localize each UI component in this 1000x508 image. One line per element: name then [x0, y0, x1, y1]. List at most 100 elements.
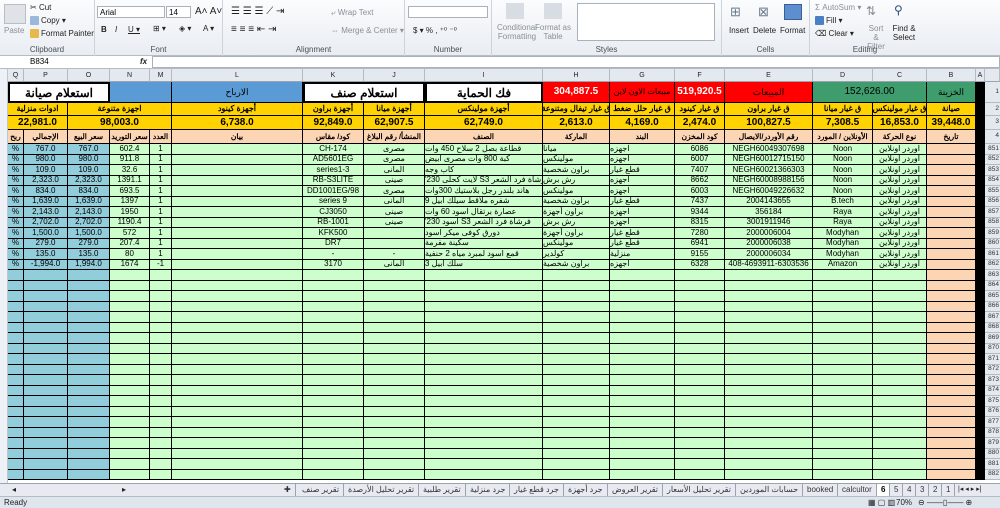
empty-cell[interactable]: [172, 448, 303, 459]
empty-cell[interactable]: [68, 448, 110, 459]
table-cell[interactable]: [927, 238, 976, 249]
table-cell[interactable]: 1,639.0: [68, 196, 110, 207]
empty-cell[interactable]: [150, 427, 172, 438]
font-name-select[interactable]: Arial: [97, 6, 165, 18]
empty-cell[interactable]: [172, 280, 303, 291]
table-cell[interactable]: اوردر اونلاين: [873, 186, 927, 197]
table-cell[interactable]: 1,500.0: [24, 228, 68, 239]
table-cell[interactable]: [172, 144, 303, 155]
empty-cell[interactable]: [927, 291, 976, 302]
empty-cell[interactable]: [24, 427, 68, 438]
item-query-button[interactable]: استعلام صنف: [303, 82, 425, 103]
empty-cell[interactable]: [110, 333, 150, 344]
table-cell[interactable]: 356184: [725, 207, 813, 218]
empty-cell[interactable]: [425, 469, 543, 480]
table-cell[interactable]: NEGH60049307698: [725, 144, 813, 155]
table-cell[interactable]: 980.0: [24, 154, 68, 165]
table-cell[interactable]: 767.0: [24, 144, 68, 155]
column-header-L[interactable]: L: [172, 69, 303, 82]
sheet-tab[interactable]: 2: [929, 484, 943, 496]
empty-cell[interactable]: [8, 280, 24, 291]
empty-cell[interactable]: [303, 354, 364, 365]
table-cell[interactable]: قطع غيار: [610, 196, 675, 207]
empty-cell[interactable]: [543, 301, 610, 312]
table-cell[interactable]: كولدير: [543, 249, 610, 260]
table-cell[interactable]: المانى: [364, 165, 425, 176]
table-cell[interactable]: قطع غيار: [610, 165, 675, 176]
empty-cell[interactable]: [364, 280, 425, 291]
table-cell[interactable]: NEGH60012715150: [725, 154, 813, 165]
table-cell[interactable]: مولينكس: [543, 238, 610, 249]
empty-cell[interactable]: [8, 375, 24, 386]
empty-cell[interactable]: [110, 280, 150, 291]
table-cell[interactable]: series 9: [303, 196, 364, 207]
table-cell[interactable]: [172, 154, 303, 165]
empty-cell[interactable]: [150, 375, 172, 386]
table-cell[interactable]: Noon: [813, 144, 873, 155]
empty-cell[interactable]: [110, 406, 150, 417]
empty-cell[interactable]: [364, 375, 425, 386]
empty-cell[interactable]: [24, 438, 68, 449]
delete-button[interactable]: Delete: [753, 26, 776, 35]
sheet-tab[interactable]: تقرير تحليل الأرصدة: [344, 484, 420, 496]
table-cell[interactable]: 911.8: [110, 154, 150, 165]
table-cell[interactable]: 2000006038: [725, 238, 813, 249]
empty-cell[interactable]: [8, 312, 24, 323]
empty-cell[interactable]: [927, 301, 976, 312]
empty-cell[interactable]: [68, 385, 110, 396]
table-cell[interactable]: اوردر اونلاين: [873, 196, 927, 207]
table-cell[interactable]: اوردر اونلاين: [873, 154, 927, 165]
table-cell[interactable]: اجهزه: [610, 144, 675, 155]
clear-button[interactable]: ⌫ Clear ▾: [815, 29, 854, 38]
maintenance-query-button[interactable]: استعلام صيانة: [8, 82, 110, 103]
empty-cell[interactable]: [927, 364, 976, 375]
table-cell[interactable]: %: [8, 154, 24, 165]
table-cell[interactable]: 1: [150, 238, 172, 249]
empty-cell[interactable]: [543, 396, 610, 407]
empty-cell[interactable]: [24, 375, 68, 386]
select-all-corner[interactable]: [985, 69, 1000, 82]
empty-cell[interactable]: [543, 448, 610, 459]
empty-cell[interactable]: [927, 354, 976, 365]
unprotect-button[interactable]: فك الحماية: [425, 82, 543, 103]
empty-cell[interactable]: [68, 417, 110, 428]
empty-cell[interactable]: [24, 469, 68, 480]
empty-cell[interactable]: [610, 406, 675, 417]
empty-cell[interactable]: [150, 333, 172, 344]
empty-cell[interactable]: [110, 396, 150, 407]
table-cell[interactable]: [172, 217, 303, 228]
empty-cell[interactable]: [303, 385, 364, 396]
empty-cell[interactable]: [425, 354, 543, 365]
empty-cell[interactable]: [675, 354, 725, 365]
empty-cell[interactable]: [873, 333, 927, 344]
empty-cell[interactable]: [24, 448, 68, 459]
empty-cell[interactable]: [675, 448, 725, 459]
table-cell[interactable]: 279.0: [68, 238, 110, 249]
empty-cell[interactable]: [813, 270, 873, 281]
empty-cell[interactable]: [725, 406, 813, 417]
empty-cell[interactable]: [675, 406, 725, 417]
empty-cell[interactable]: [675, 291, 725, 302]
table-cell[interactable]: 2000006034: [725, 249, 813, 260]
table-cell[interactable]: 2,702.0: [68, 217, 110, 228]
empty-cell[interactable]: [927, 417, 976, 428]
table-cell[interactable]: براون أجهزة: [543, 228, 610, 239]
empty-cell[interactable]: [150, 469, 172, 480]
empty-cell[interactable]: [813, 333, 873, 344]
column-header-G[interactable]: G: [610, 69, 675, 82]
empty-cell[interactable]: [425, 427, 543, 438]
sheet-tab[interactable]: 5: [890, 484, 904, 496]
tab-navigation-icons[interactable]: |◂ ◂ ▸ ▸|: [958, 485, 982, 493]
table-cell[interactable]: [927, 165, 976, 176]
empty-cell[interactable]: [675, 396, 725, 407]
table-cell[interactable]: [172, 196, 303, 207]
empty-cell[interactable]: [68, 354, 110, 365]
empty-cell[interactable]: [303, 438, 364, 449]
empty-cell[interactable]: [172, 469, 303, 480]
empty-cell[interactable]: [303, 406, 364, 417]
empty-cell[interactable]: [725, 354, 813, 365]
empty-cell[interactable]: [873, 375, 927, 386]
table-cell[interactable]: 2,323.0: [68, 175, 110, 186]
sheet-tab[interactable]: حسابات الموردين: [736, 484, 804, 496]
table-cell[interactable]: 980.0: [68, 154, 110, 165]
